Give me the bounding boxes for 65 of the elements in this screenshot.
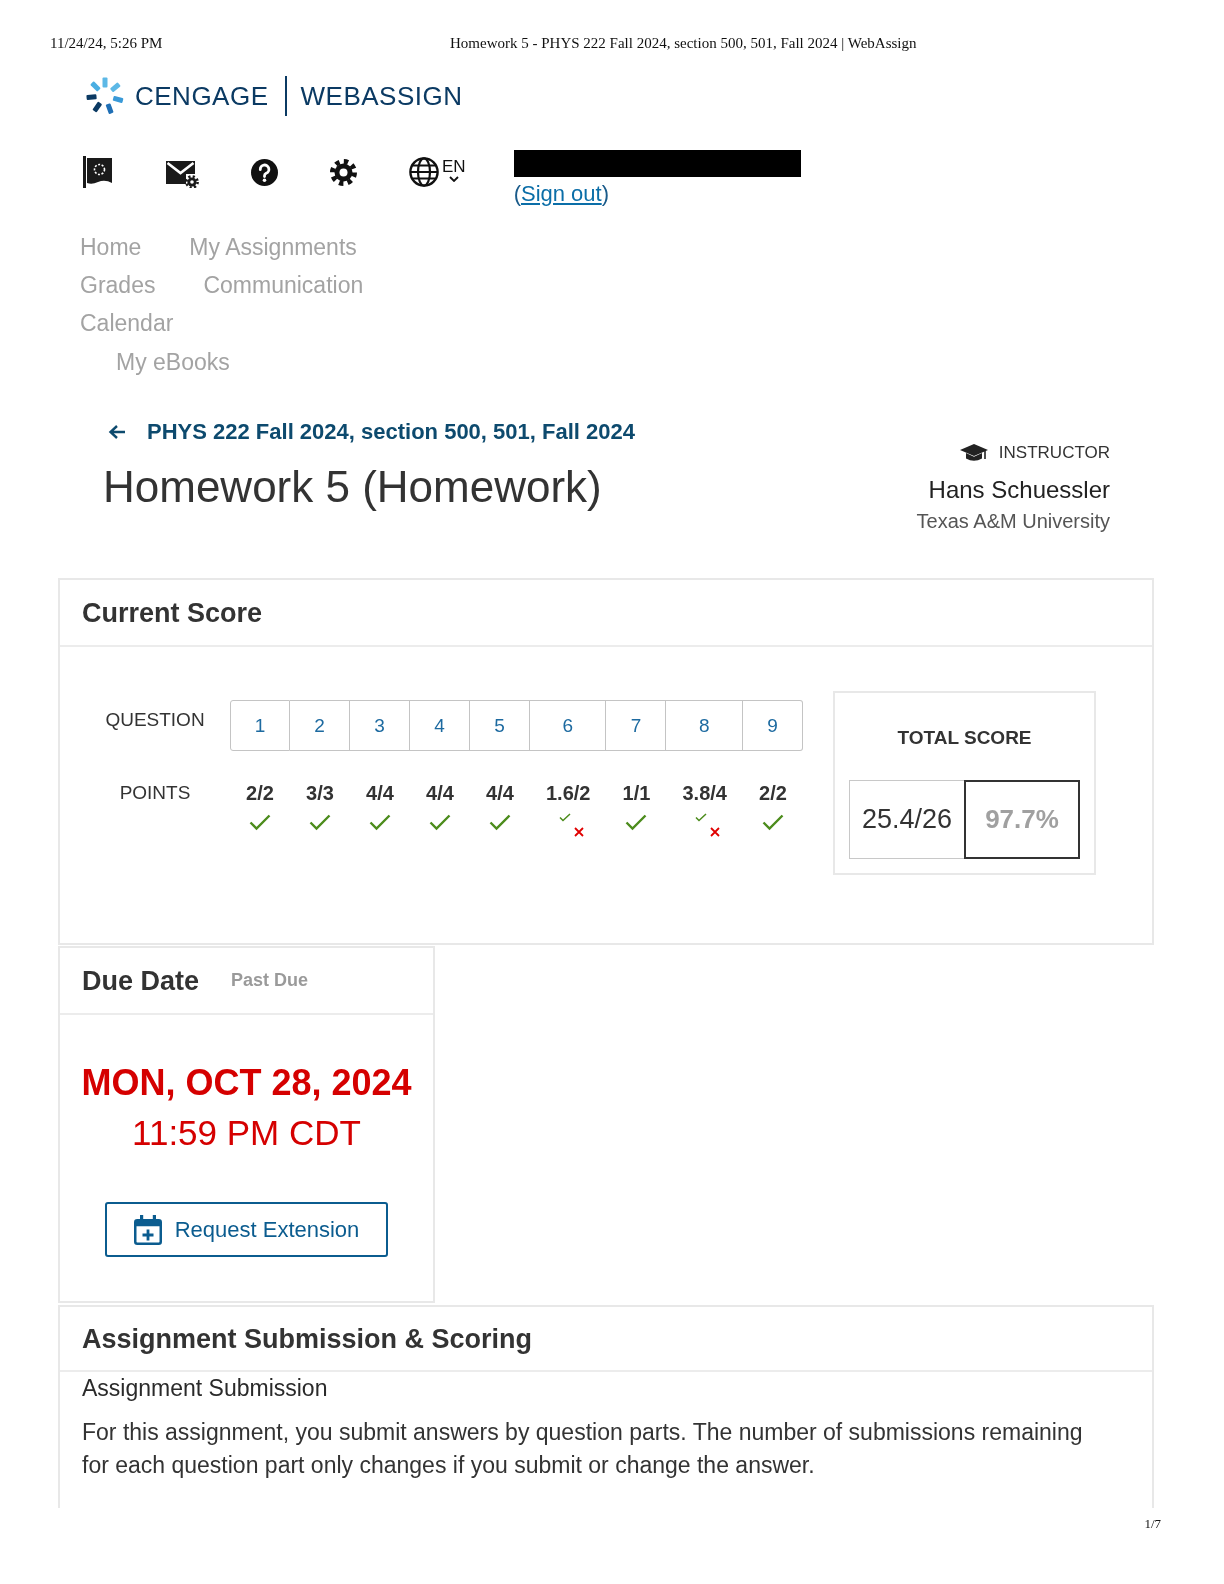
question-points: 2/2 <box>246 781 274 805</box>
due-status: Past Due <box>231 970 309 991</box>
question-points: 4/4 <box>366 781 394 805</box>
question-button[interactable]: 8 <box>666 700 743 751</box>
panel-title: Due Date <box>82 964 200 998</box>
total-points: 25.4/26 <box>849 780 964 859</box>
submission-info: For this assignment, you submit answers by question parts. The number of submissions remaining for each question part only changes if you submit or change the answer. <box>82 1418 1084 1480</box>
row-label: POINTS <box>118 781 192 805</box>
question-points: 3.8/4 <box>682 781 727 805</box>
check-icon <box>489 814 511 831</box>
flag-icon[interactable] <box>83 156 113 188</box>
brand-name: CENGAGE <box>135 81 269 111</box>
check-icon <box>695 813 708 822</box>
question-button[interactable]: 7 <box>606 700 667 751</box>
print-timestamp: 11/24/24, 5:26 PM <box>50 34 164 52</box>
help-icon[interactable] <box>251 158 278 186</box>
settings-icon[interactable] <box>330 158 357 186</box>
row-label: QUESTION <box>104 708 206 732</box>
due-date: MON, OCT 28, 2024 <box>81 1061 412 1105</box>
logo-icon[interactable] <box>85 76 125 116</box>
language-button[interactable]: EN <box>409 157 466 187</box>
question-button[interactable]: 1 <box>230 700 290 751</box>
question-button[interactable]: 6 <box>530 700 607 751</box>
due-time: 11:59 PM CDT <box>132 1112 361 1154</box>
check-icon <box>249 814 271 831</box>
page-title: Homework 5 - PHYS 222 Fall 2024, section 500, 501, Fall 2024 | WebAssign <box>450 34 917 52</box>
product-name: WEBASSIGN <box>300 81 463 111</box>
question-points: 4/4 <box>426 781 454 805</box>
cross-icon <box>573 827 584 837</box>
calendar-plus-icon <box>133 1214 162 1245</box>
page-number: 1/7 <box>1144 1516 1161 1532</box>
check-icon <box>558 813 571 822</box>
instructor-name: Hans Schuessler <box>928 475 1110 505</box>
question-button[interactable]: 4 <box>410 700 470 751</box>
check-icon <box>429 814 451 831</box>
panel-title: Current Score <box>82 596 263 630</box>
total-score-label: TOTAL SCORE <box>897 726 1032 750</box>
assignment-title: Homework 5 (Homework) <box>103 462 603 512</box>
instructor-school: Texas A&M University <box>916 509 1110 534</box>
question-button[interactable]: 5 <box>470 700 530 751</box>
check-icon <box>369 814 391 831</box>
total-percent: 97.7% <box>964 780 1080 859</box>
question-button[interactable]: 2 <box>290 700 350 751</box>
graduation-cap-icon <box>959 444 988 462</box>
question-button[interactable]: 3 <box>350 700 410 751</box>
question-points: 2/2 <box>759 781 787 805</box>
question-points: 3/3 <box>306 781 334 805</box>
back-arrow-icon[interactable] <box>108 424 126 440</box>
check-icon <box>761 814 784 831</box>
caret-icon <box>448 176 459 182</box>
globe-icon <box>409 157 439 187</box>
question-points: 1/1 <box>622 781 651 805</box>
course-link[interactable]: PHYS 222 Fall 2024, section 500, 501, Fall 2024 <box>147 419 635 445</box>
cross-icon <box>710 827 721 837</box>
question-points: 1.6/2 <box>546 781 591 805</box>
check-icon <box>625 814 648 831</box>
question-points: 4/4 <box>486 781 514 805</box>
instructor-label: INSTRUCTOR <box>998 442 1110 464</box>
sign-out-link[interactable]: Sign out <box>520 181 602 206</box>
section-subtitle: Assignment Submission <box>82 1374 329 1403</box>
question-button[interactable]: 9 <box>742 700 803 751</box>
request-extension-button[interactable]: Request Extension <box>105 1202 388 1257</box>
check-icon <box>309 814 331 831</box>
sign-out-label: (Sign out) <box>513 180 609 208</box>
panel-title: Assignment Submission & Scoring <box>82 1322 533 1356</box>
